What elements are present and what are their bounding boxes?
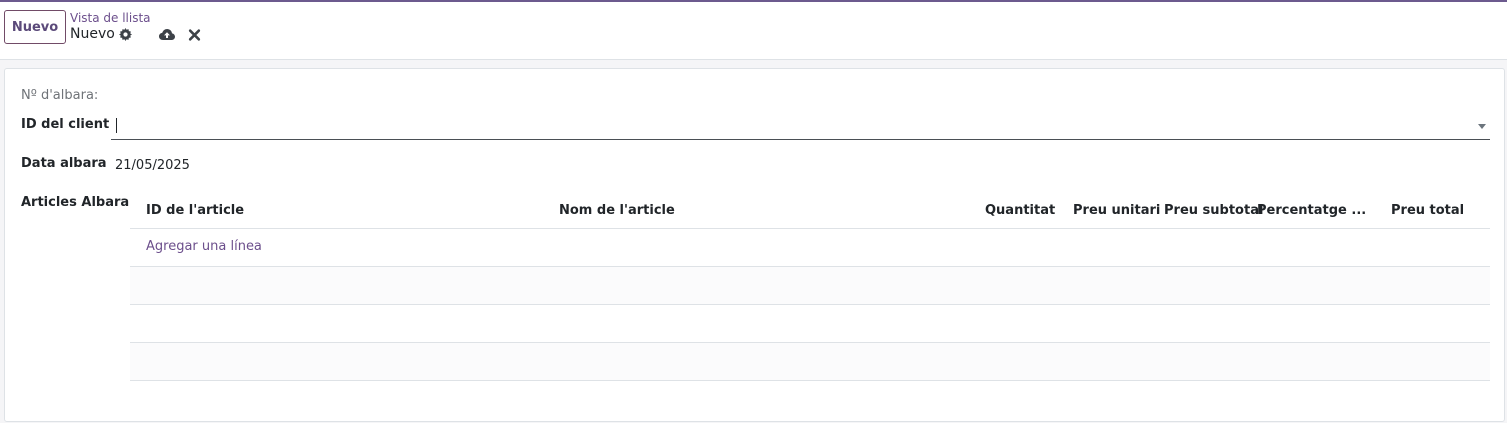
column-header-unit-price[interactable]: Preu unitari: [1073, 203, 1160, 218]
articles-table: ID de l'article Nom de l'article Quantit…: [130, 191, 1490, 381]
control-panel: Nuevo Vista de llista Nuevo: [0, 0, 1507, 60]
close-icon[interactable]: [188, 28, 201, 42]
client-input[interactable]: [111, 113, 1490, 140]
table-row: [130, 267, 1490, 305]
column-header-quantity[interactable]: Quantitat: [985, 203, 1055, 218]
add-line-link[interactable]: Agregar una línea: [146, 239, 262, 254]
date-field[interactable]: 21/05/2025: [115, 158, 190, 173]
column-header-percentage[interactable]: Percentatge ...: [1257, 203, 1366, 218]
table-row: Agregar una línea: [130, 229, 1490, 267]
record-title-text: Nuevo: [70, 26, 115, 42]
table-row: [130, 343, 1490, 381]
client-label: ID del client: [21, 117, 110, 132]
column-header-article-name[interactable]: Nom de l'article: [559, 203, 675, 218]
table-header: ID de l'article Nom de l'article Quantit…: [130, 191, 1490, 229]
table-row: [130, 305, 1490, 343]
articles-label: Articles Albara: [21, 195, 130, 210]
column-header-subtotal[interactable]: Preu subtotal: [1164, 203, 1263, 218]
record-title: Nuevo: [70, 26, 132, 42]
column-header-total-price[interactable]: Preu total: [1391, 203, 1464, 218]
gear-icon[interactable]: [118, 27, 132, 41]
cloud-upload-icon[interactable]: [159, 28, 175, 42]
date-label: Data albara: [21, 156, 107, 171]
new-button[interactable]: Nuevo: [4, 10, 66, 44]
form-sheet: Nº d'albara: ID del client Data albara 2…: [4, 68, 1505, 422]
albara-number-label: Nº d'albara:: [21, 88, 99, 103]
text-caret: [116, 118, 117, 133]
column-header-article-id[interactable]: ID de l'article: [146, 203, 244, 218]
breadcrumb-list-view[interactable]: Vista de llista: [70, 11, 151, 25]
chevron-down-icon[interactable]: [1478, 124, 1486, 129]
